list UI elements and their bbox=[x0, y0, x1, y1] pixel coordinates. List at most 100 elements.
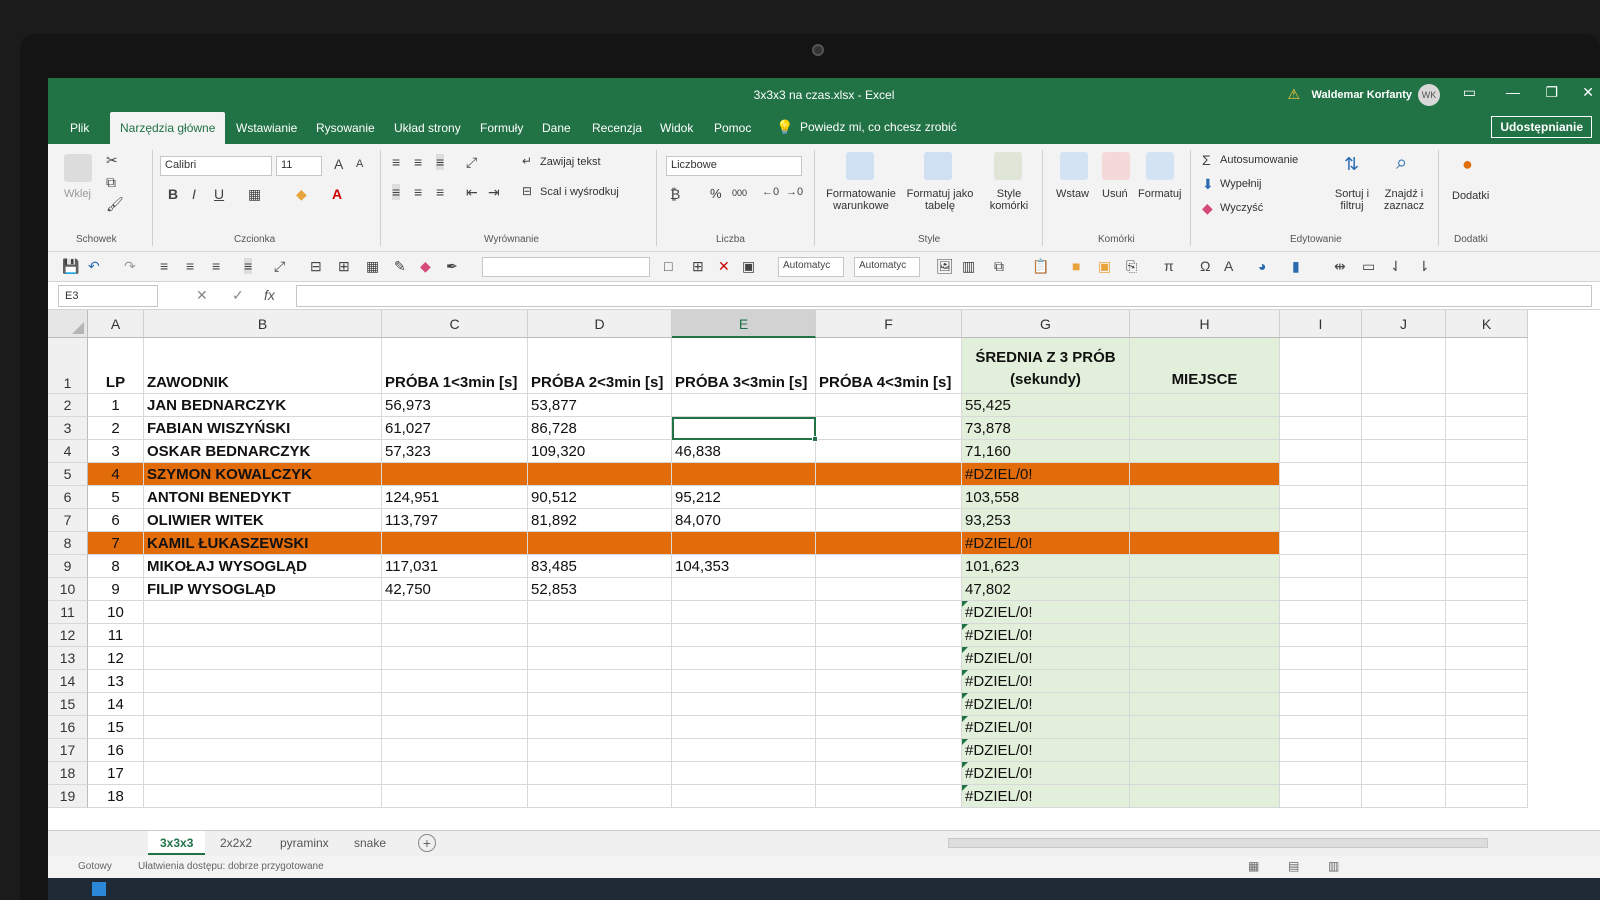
find-select-button[interactable]: Znajdź i zaznacz bbox=[1378, 188, 1430, 212]
row-header[interactable]: 15 bbox=[48, 693, 88, 716]
paste-button[interactable]: Wklej bbox=[64, 188, 91, 200]
tab-view[interactable]: Widok bbox=[650, 112, 703, 144]
empty-cell[interactable] bbox=[1446, 693, 1528, 716]
row-header[interactable]: 8 bbox=[48, 532, 88, 555]
cell-srednia[interactable]: #DZIEL/0! bbox=[962, 785, 1130, 808]
tab-file[interactable]: Plik bbox=[60, 112, 99, 144]
tell-me-search[interactable]: Powiedz mi, co chcesz zrobić bbox=[800, 120, 957, 134]
cell-proba-4[interactable] bbox=[816, 578, 962, 601]
empty-cell[interactable] bbox=[1280, 739, 1362, 762]
empty-cell[interactable] bbox=[1446, 440, 1528, 463]
automatic-color-select-2[interactable]: Automatyc bbox=[854, 257, 920, 277]
empty-cell[interactable] bbox=[1280, 670, 1362, 693]
erase-border-icon[interactable]: ◆ bbox=[420, 258, 431, 275]
cell-proba-2[interactable] bbox=[528, 647, 672, 670]
cell-proba-1[interactable] bbox=[382, 624, 528, 647]
cell-proba-1[interactable]: 124,951 bbox=[382, 486, 528, 509]
cell-zawodnik[interactable] bbox=[144, 647, 382, 670]
cell-srednia[interactable]: #DZIEL/0! bbox=[962, 647, 1130, 670]
cell-miejsce[interactable] bbox=[1130, 693, 1280, 716]
font-color-icon[interactable]: A bbox=[332, 186, 342, 202]
increase-decimal-icon[interactable]: ←0 bbox=[762, 186, 779, 198]
cell-srednia[interactable]: #DZIEL/0! bbox=[962, 716, 1130, 739]
empty-cell[interactable] bbox=[1280, 440, 1362, 463]
page-icon[interactable]: ▥ bbox=[962, 258, 975, 275]
fill-button[interactable]: Wypełnij bbox=[1220, 178, 1261, 190]
cell-lp[interactable]: 13 bbox=[88, 670, 144, 693]
cell-proba-2[interactable] bbox=[528, 716, 672, 739]
empty-cell[interactable] bbox=[1280, 647, 1362, 670]
cell-proba-2[interactable]: 90,512 bbox=[528, 486, 672, 509]
cell-zawodnik[interactable]: SZYMON KOWALCZYK bbox=[144, 463, 382, 486]
pie-chart-icon[interactable]: ◕ bbox=[1258, 258, 1266, 274]
share-button[interactable]: Udostępnianie bbox=[1491, 116, 1592, 138]
select-all-corner[interactable] bbox=[48, 310, 88, 338]
empty-cell[interactable] bbox=[1362, 716, 1446, 739]
header-zawodnik[interactable]: ZAWODNIK bbox=[144, 338, 382, 394]
cancel-entry-icon[interactable]: ✕ bbox=[196, 287, 208, 304]
header-proba-1[interactable]: PRÓBA 1<3min [s] bbox=[382, 338, 528, 394]
decrease-decimal-icon[interactable]: →0 bbox=[786, 186, 803, 198]
column-header-j[interactable]: J bbox=[1362, 310, 1446, 338]
cell-miejsce[interactable] bbox=[1130, 440, 1280, 463]
row-header[interactable]: 12 bbox=[48, 624, 88, 647]
cell-srednia[interactable]: #DZIEL/0! bbox=[962, 601, 1130, 624]
tab-data[interactable]: Dane bbox=[532, 112, 581, 144]
cell-proba-1[interactable]: 42,750 bbox=[382, 578, 528, 601]
cell-proba-1[interactable] bbox=[382, 670, 528, 693]
row-header[interactable]: 1 bbox=[48, 338, 88, 394]
sheet-tab-pyraminx[interactable]: pyraminx bbox=[268, 831, 341, 855]
close-icon[interactable]: ✕ bbox=[1582, 84, 1594, 101]
cell-srednia[interactable]: #DZIEL/0! bbox=[962, 532, 1130, 555]
header-proba-3[interactable]: PRÓBA 3<3min [s] bbox=[672, 338, 816, 394]
cell-lp[interactable]: 15 bbox=[88, 716, 144, 739]
row-header[interactable]: 4 bbox=[48, 440, 88, 463]
row-header[interactable]: 19 bbox=[48, 785, 88, 808]
cell-miejsce[interactable] bbox=[1130, 417, 1280, 440]
save-icon[interactable]: 💾 bbox=[62, 258, 79, 275]
cell-proba-4[interactable] bbox=[816, 532, 962, 555]
underline-button[interactable]: U bbox=[214, 186, 224, 202]
empty-cell[interactable] bbox=[1362, 509, 1446, 532]
cell-srednia[interactable]: 47,802 bbox=[962, 578, 1130, 601]
line-color-icon[interactable]: ✒ bbox=[446, 258, 458, 275]
cell-lp[interactable]: 12 bbox=[88, 647, 144, 670]
empty-cell[interactable] bbox=[1280, 338, 1362, 394]
cell-proba-3[interactable]: 84,070 bbox=[672, 509, 816, 532]
column-header-a[interactable]: A bbox=[88, 310, 144, 338]
decrease-indent-icon[interactable]: ⇤ bbox=[466, 184, 478, 201]
header-lp[interactable]: LP bbox=[88, 338, 144, 394]
empty-cell[interactable] bbox=[1362, 555, 1446, 578]
cell-proba-1[interactable] bbox=[382, 532, 528, 555]
cell-proba-4[interactable] bbox=[816, 716, 962, 739]
cell-zawodnik[interactable] bbox=[144, 601, 382, 624]
cell-proba-3[interactable] bbox=[672, 601, 816, 624]
cell-proba-3[interactable] bbox=[672, 785, 816, 808]
cell-proba-3[interactable] bbox=[672, 693, 816, 716]
thousands-button[interactable]: 000 bbox=[732, 188, 747, 198]
row-header[interactable]: 5 bbox=[48, 463, 88, 486]
cell-proba-4[interactable] bbox=[816, 670, 962, 693]
cell-proba-4[interactable] bbox=[816, 693, 962, 716]
name-box[interactable]: E3 bbox=[58, 285, 158, 307]
cell-miejsce[interactable] bbox=[1130, 716, 1280, 739]
tab-page-layout[interactable]: Układ strony bbox=[384, 112, 471, 144]
header-proba-2[interactable]: PRÓBA 2<3min [s] bbox=[528, 338, 672, 394]
cell-lp[interactable]: 17 bbox=[88, 762, 144, 785]
cell-miejsce[interactable] bbox=[1130, 486, 1280, 509]
cell-srednia[interactable]: #DZIEL/0! bbox=[962, 762, 1130, 785]
empty-cell[interactable] bbox=[1280, 486, 1362, 509]
cell-miejsce[interactable] bbox=[1130, 601, 1280, 624]
cell-lp[interactable]: 4 bbox=[88, 463, 144, 486]
draw-border-icon[interactable]: ✎ bbox=[394, 258, 406, 275]
row-header[interactable]: 13 bbox=[48, 647, 88, 670]
cut-icon[interactable]: ✂ bbox=[106, 152, 118, 169]
empty-cell[interactable] bbox=[1280, 601, 1362, 624]
empty-cell[interactable] bbox=[1362, 785, 1446, 808]
cell-proba-3[interactable] bbox=[672, 417, 816, 440]
header-miejsce[interactable]: MIEJSCE bbox=[1130, 338, 1280, 394]
cell-proba-3[interactable] bbox=[672, 394, 816, 417]
cell-miejsce[interactable] bbox=[1130, 647, 1280, 670]
cell-zawodnik[interactable]: ANTONI BENEDYKT bbox=[144, 486, 382, 509]
align-toolbar-icon-3[interactable]: ≡ bbox=[212, 258, 220, 274]
